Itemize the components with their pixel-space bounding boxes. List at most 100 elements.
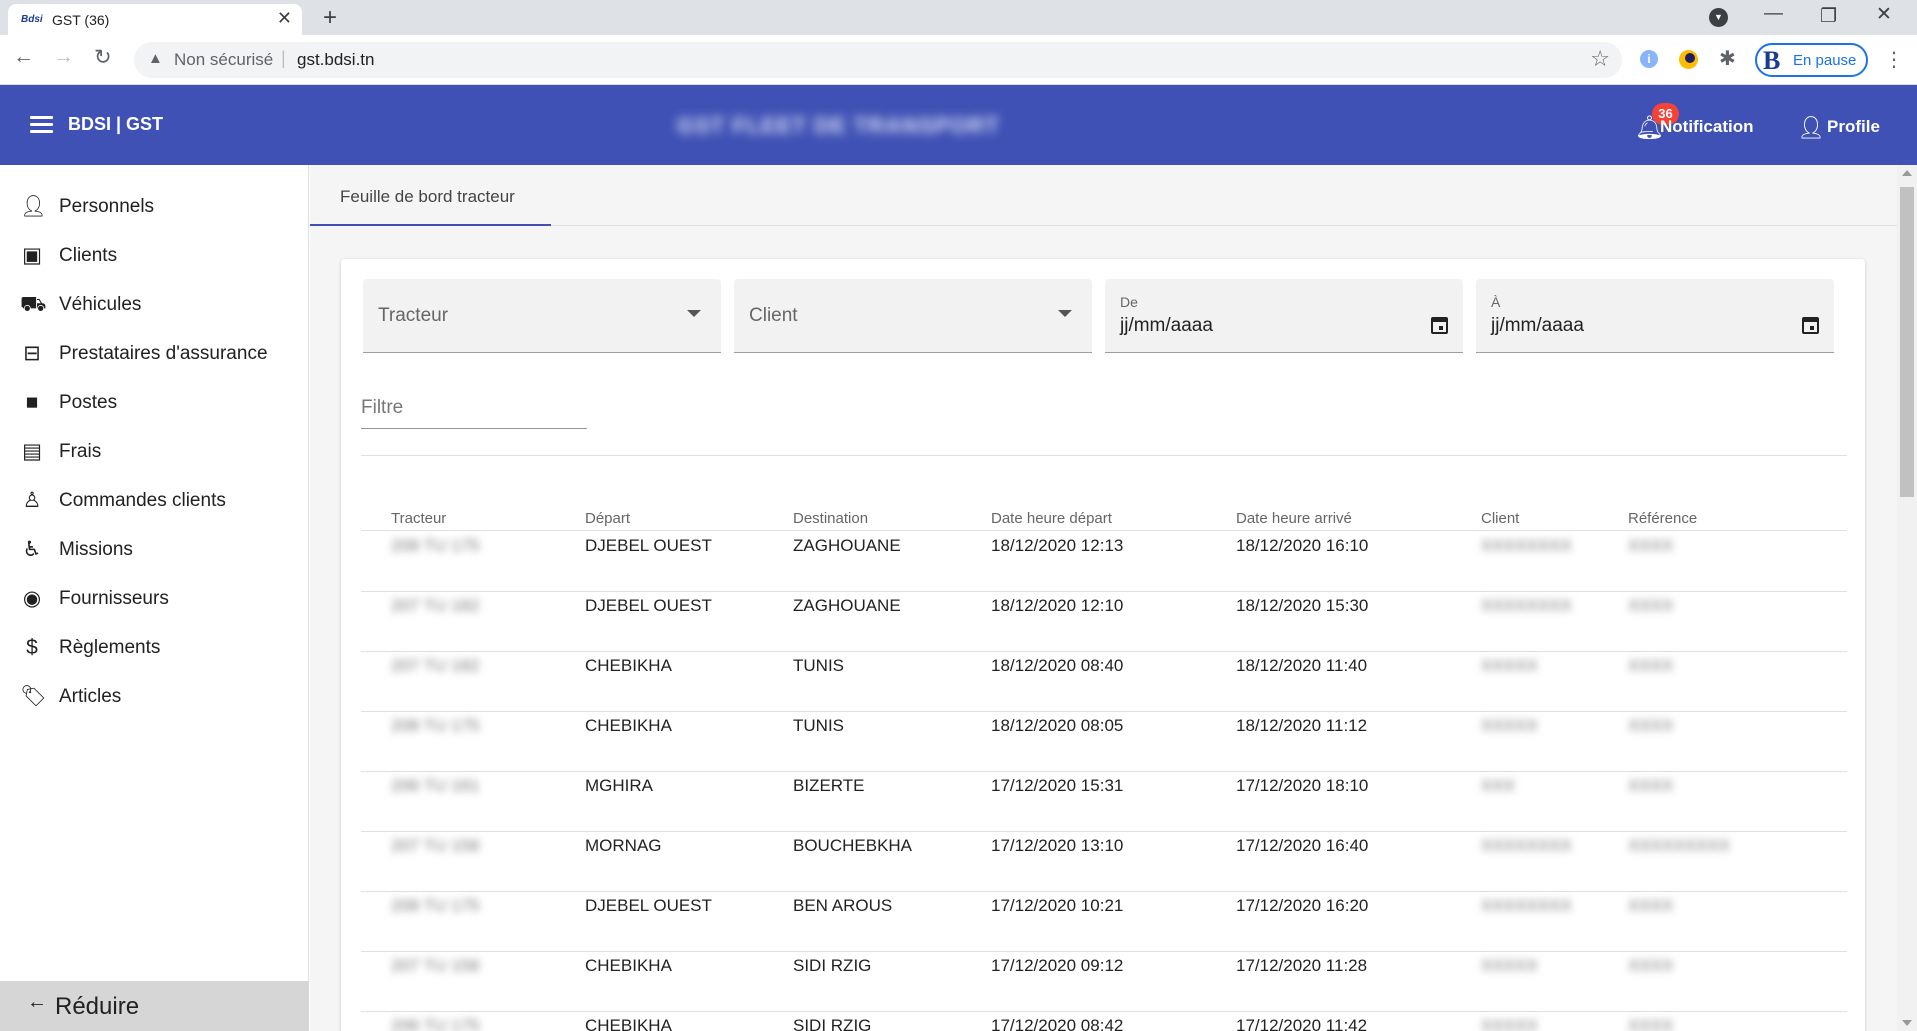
cell-client: XXXXXXXX (1481, 896, 1572, 915)
table-row[interactable]: 207 TU 182 CHEBIKHA TUNIS 18/12/2020 08:… (361, 652, 1847, 712)
column-header-date-arrive[interactable]: Date heure arrivé (1236, 510, 1352, 527)
app-brand: BDSI | GST (68, 114, 164, 134)
browser-menu-icon[interactable]: ⋮ (1884, 47, 1904, 72)
sidebar-item-frais[interactable]: ▤ Frais (0, 428, 309, 477)
calendar-icon[interactable] (1431, 317, 1448, 334)
browser-tab[interactable]: Bdsi GST (36) ✕ (8, 4, 302, 35)
cell-reference: XXXX (1628, 896, 1674, 915)
table-row[interactable]: 207 TU 182 DJEBEL OUEST ZAGHOUANE 18/12/… (361, 592, 1847, 652)
cell-tracteur: 206 TU 175 (391, 1016, 480, 1031)
cell-depart: DJEBEL OUEST (585, 596, 712, 615)
restore-icon[interactable]: ❐ (1820, 5, 1837, 28)
sidebar-item-commandes[interactable]: ♙ Commandes clients (0, 477, 309, 526)
minimize-icon[interactable]: — (1764, 3, 1783, 25)
cell-reference: XXXX (1628, 1016, 1674, 1031)
url-text[interactable]: gst.bdsi.tn (297, 50, 375, 70)
cell-date-depart: 18/12/2020 08:40 (991, 656, 1124, 675)
cell-depart: CHEBIKHA (585, 716, 672, 735)
sidebar-item-clients[interactable]: ▣ Clients (0, 232, 309, 281)
column-header-date-depart[interactable]: Date heure départ (991, 510, 1112, 527)
sidebar-item-prestataires[interactable]: ⊟ Prestataires d'assurance (0, 330, 309, 379)
sidebar-item-vehicules[interactable]: ⛟ Véhicules (0, 281, 309, 330)
date-to-field[interactable]: À jj/mm/aaaa (1476, 279, 1834, 353)
cell-tracteur: 207 TU 158 (391, 956, 480, 975)
column-header-tracteur[interactable]: Tracteur (391, 510, 446, 527)
cell-destination: ZAGHOUANE (793, 596, 901, 615)
cell-destination: BEN AROUS (793, 896, 893, 915)
cell-tracteur: 206 TU 161 (391, 776, 480, 795)
cell-client: XXXXXXXX (1481, 596, 1572, 615)
table-row[interactable]: 208 TU 175 DJEBEL OUEST BEN AROUS 17/12/… (361, 892, 1847, 952)
scrollbar-thumb[interactable] (1900, 187, 1914, 497)
cell-date-arrive: 18/12/2020 15:30 (1236, 596, 1369, 615)
cell-depart: CHEBIKHA (585, 656, 672, 675)
sidebar-item-articles[interactable]: 🏷︎ Articles (0, 673, 309, 722)
column-header-depart[interactable]: Départ (585, 510, 630, 527)
scroll-up-icon[interactable] (1902, 170, 1912, 176)
main-content: Feuille de bord tracteur Tracteur Client… (310, 165, 1897, 1031)
notification-label: Notification (1660, 117, 1754, 136)
calendar-icon[interactable] (1802, 317, 1819, 334)
cell-tracteur: 208 TU 175 (391, 536, 480, 555)
briefcase-icon: ■ (25, 391, 39, 414)
table-row[interactable]: 207 TU 158 MORNAG BOUCHEBKHA 17/12/2020 … (361, 832, 1847, 892)
dollar-icon: $ (26, 636, 38, 659)
warning-icon[interactable]: ▲ (148, 50, 163, 67)
cell-destination: SIDI RZIG (793, 956, 872, 975)
sidebar-item-label: Commandes clients (59, 490, 226, 511)
date-from-value[interactable]: jj/mm/aaaa (1120, 315, 1213, 337)
table-row[interactable]: 206 TU 161 MGHIRA BIZERTE 17/12/2020 15:… (361, 772, 1847, 832)
sidebar-item-missions[interactable]: ♿︎ Missions (0, 526, 309, 575)
profile-avatar: B (1763, 46, 1781, 75)
table-row[interactable]: 208 TU 175 DJEBEL OUEST ZAGHOUANE 18/12/… (361, 532, 1847, 592)
table-row[interactable]: 208 TU 175 CHEBIKHA TUNIS 18/12/2020 08:… (361, 712, 1847, 772)
cell-depart: MGHIRA (585, 776, 653, 795)
tracteur-select[interactable]: Tracteur (363, 279, 721, 353)
date-from-field[interactable]: De jj/mm/aaaa (1105, 279, 1463, 353)
insecure-label[interactable]: Non sécurisé (174, 50, 273, 70)
reload-icon[interactable]: ↻ (94, 45, 112, 70)
back-icon[interactable]: ← (13, 45, 34, 69)
close-tab-icon[interactable]: ✕ (277, 8, 292, 29)
omnibox[interactable]: ▲ Non sécurisé | gst.bdsi.tn ☆ (134, 42, 1622, 78)
cell-tracteur: 207 TU 182 (391, 596, 480, 615)
sidebar-item-label: Postes (59, 392, 118, 413)
arrow-left-icon: ← (27, 991, 47, 1013)
sidebar-item-fournisseurs[interactable]: ◉ Fournisseurs (0, 575, 309, 624)
sidebar-item-postes[interactable]: ■ Postes (0, 379, 309, 428)
column-header-destination[interactable]: Destination (793, 510, 868, 527)
client-select[interactable]: Client (734, 279, 1092, 353)
tab-feuille-de-bord[interactable]: Feuille de bord tracteur (310, 165, 551, 226)
cell-depart: DJEBEL OUEST (585, 896, 712, 915)
moon-extension-icon[interactable] (1679, 50, 1698, 69)
browser-profile-button[interactable]: B En pause (1755, 43, 1868, 77)
cell-date-arrive: 17/12/2020 16:20 (1236, 896, 1369, 915)
cell-depart: CHEBIKHA (585, 956, 672, 975)
info-extension-icon[interactable]: i (1640, 50, 1658, 68)
profile-status: En pause (1793, 52, 1857, 69)
table-row[interactable]: 206 TU 175 CHEBIKHA SIDI RZIG 17/12/2020… (361, 1012, 1847, 1031)
page-scrollbar[interactable] (1897, 165, 1917, 1031)
sidebar-item-label: Prestataires d'assurance (59, 343, 268, 364)
cell-date-arrive: 18/12/2020 11:40 (1236, 656, 1368, 675)
collapse-sidebar-button[interactable]: ← Réduire (0, 981, 309, 1031)
scroll-down-icon[interactable] (1902, 1020, 1912, 1026)
cell-destination: BIZERTE (793, 776, 865, 795)
menu-icon[interactable] (30, 116, 53, 133)
date-to-value[interactable]: jj/mm/aaaa (1491, 315, 1584, 337)
sidebar-item-personnels[interactable]: 👤︎ Personnels (0, 183, 309, 232)
cell-reference: XXXXXXXXX (1628, 836, 1731, 855)
new-tab-button[interactable]: + (323, 4, 337, 32)
forward-icon[interactable]: → (53, 45, 74, 69)
sidebar: 👤︎ Personnels ▣ Clients ⛟ Véhicules ⊟ Pr… (0, 165, 309, 1031)
bookmark-star-icon[interactable]: ☆ (1590, 46, 1610, 72)
table-row[interactable]: 207 TU 158 CHEBIKHA SIDI RZIG 17/12/2020… (361, 952, 1847, 1012)
close-window-icon[interactable]: ✕ (1876, 3, 1892, 26)
puzzle-extensions-icon[interactable]: ✱ (1719, 46, 1736, 71)
column-header-reference[interactable]: Référence (1628, 510, 1697, 527)
sidebar-item-reglements[interactable]: $ Règlements (0, 624, 309, 673)
column-header-client[interactable]: Client (1481, 510, 1519, 527)
cell-date-depart: 17/12/2020 08:42 (991, 1016, 1124, 1031)
tab-search-icon[interactable]: ▼ (1709, 8, 1728, 27)
filter-input[interactable]: Filtre (361, 391, 587, 429)
